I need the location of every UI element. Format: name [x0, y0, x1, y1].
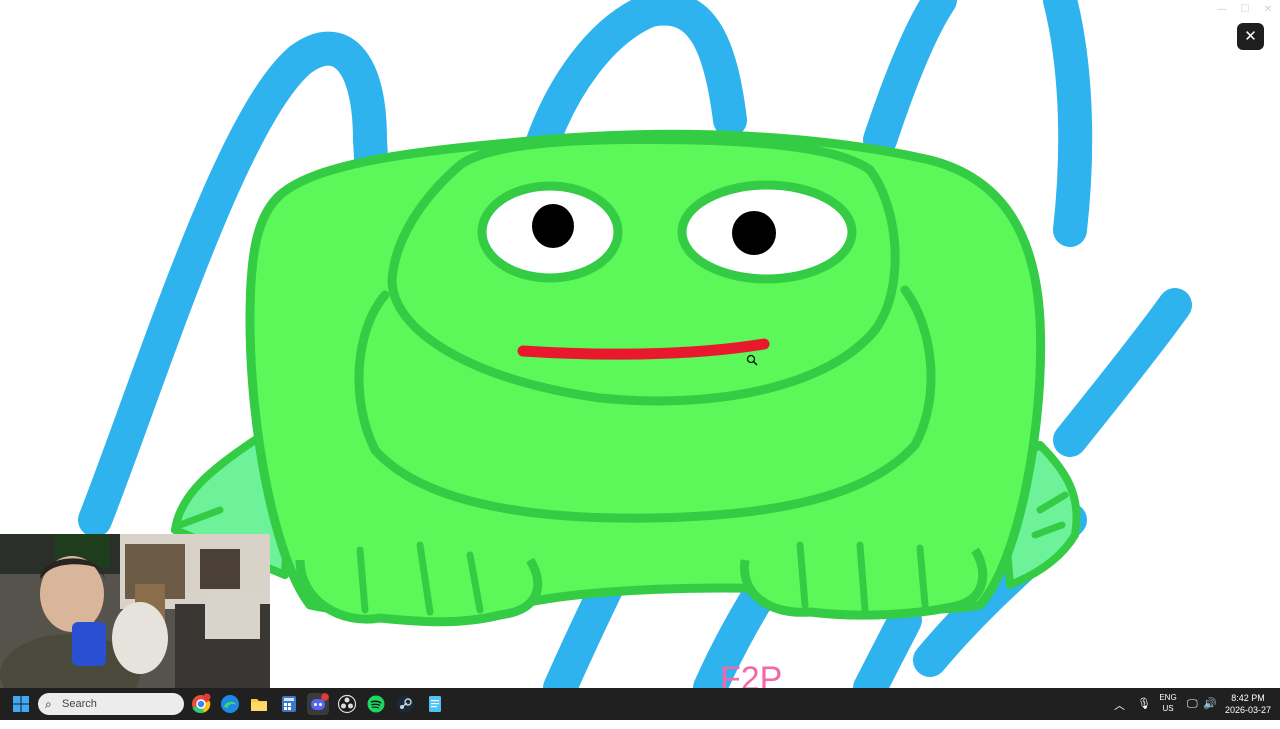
obs-icon[interactable] [336, 693, 358, 715]
notepad-icon[interactable] [424, 693, 446, 715]
steam-icon[interactable] [394, 693, 416, 715]
windows-logo-icon[interactable] [10, 693, 32, 715]
clock[interactable]: 8:42 PM 2026-03-27 [1222, 692, 1274, 716]
search-icon: ⌕ [45, 697, 52, 711]
language-indicator[interactable]: ENG US [1156, 692, 1180, 714]
maximize-icon[interactable]: ☐ [1238, 4, 1252, 16]
chevron-up-icon[interactable]: ︿ [1114, 697, 1125, 729]
close-overlay-button[interactable]: ✕ [1237, 23, 1264, 50]
edge-icon[interactable] [219, 693, 241, 715]
signature-text: F2P [720, 660, 782, 688]
region-code: US [1162, 704, 1174, 713]
window-close-icon[interactable]: ✕ [1261, 4, 1275, 16]
webcam-feed [0, 534, 270, 688]
webcam-overlay [0, 534, 270, 688]
search-input[interactable]: ⌕ Search [38, 693, 184, 715]
search-placeholder: Search [62, 698, 97, 710]
frog-body [245, 129, 1046, 618]
volume-icon[interactable]: 🔊 [1203, 697, 1217, 729]
language-code: ENG [1159, 693, 1177, 702]
chrome-icon[interactable] [190, 693, 212, 715]
minimize-icon[interactable]: — [1215, 4, 1229, 16]
close-icon: ✕ [1244, 27, 1257, 45]
network-icon[interactable]: 🖵 [1187, 697, 1198, 729]
folder-icon[interactable] [248, 693, 270, 715]
spotify-icon[interactable] [365, 693, 387, 715]
discord-icon[interactable] [307, 693, 329, 715]
taskbar: ⌕ Search ︿ 🎙 ENG US 🖵 🔊 8:42 PM 2026-03-… [0, 688, 1280, 720]
clock-date: 2026-03-27 [1224, 705, 1272, 715]
microphone-icon[interactable]: 🎙 [1137, 697, 1151, 729]
drawing-canvas[interactable]: F2P — ☐ ✕ ✕ [0, 0, 1280, 688]
clock-time: 8:42 PM [1231, 693, 1265, 703]
calculator-icon[interactable] [278, 693, 300, 715]
